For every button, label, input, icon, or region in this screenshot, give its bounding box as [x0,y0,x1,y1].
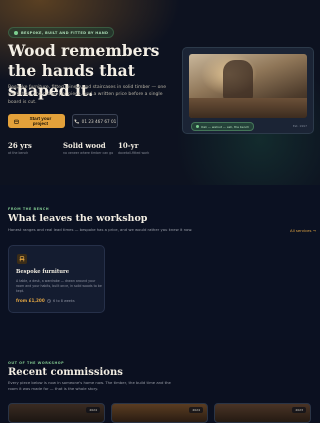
workshop-photo-card: Oak — walnut — ash, the bench Est. 1997 [182,47,314,134]
service-lead-time-label: 6 to 8 weeks [53,299,75,303]
services-title: What leaves the workshop [8,213,148,224]
phone-button[interactable]: 01 23 467 67 01 [72,114,118,128]
service-price: from £1,200 [16,298,45,303]
stat-label: dovetail-fitted work [118,151,150,155]
arrow-right-icon: → [312,228,316,233]
commission-thumb[interactable]: 2024 [111,403,208,423]
all-services-link[interactable]: All services → [290,228,316,233]
start-project-label: Start your project [29,116,52,126]
commission-year: 2024 [189,407,203,413]
stat-label: at the bench [8,151,29,155]
stat-value: 26 yrs [8,141,32,150]
clock-icon [47,299,51,303]
services-subtitle: Honest ranges and real lead times — besp… [8,227,193,232]
stat-guarantee: 10-yr dovetail-fitted work [118,141,149,155]
start-project-button[interactable]: Start your project [8,114,65,128]
stat-value: Solid wood [63,141,106,150]
service-description: A table, a desk, a wardrobe — drawn arou… [16,279,102,293]
services-section: FROM THE BENCH What leaves the workshop … [0,185,320,340]
commissions-section: OUT OF THE WORKSHOP Recent commissions E… [0,340,320,423]
hero-badge: BESPOKE, BUILT AND FITTED BY HAND [8,27,115,38]
location-pin-icon [196,125,199,128]
photo-tag: Oak — walnut — ash, the bench [191,122,255,131]
commissions-title: Recent commissions [8,367,123,378]
service-title: Bespoke furniture [16,269,70,275]
hero-badge-label: BESPOKE, BUILT AND FITTED BY HAND [21,30,109,35]
stat-label: no veneer where timber can go [63,151,114,155]
services-eyebrow: FROM THE BENCH [8,207,50,211]
hero-section: BESPOKE, BUILT AND FITTED BY HAND Wood r… [0,0,320,185]
commission-year: 2024 [86,407,100,413]
workshop-photo [189,54,307,118]
commission-thumb[interactable]: 2023 [214,403,311,423]
photo-card-meta: Est. 1997 [292,124,307,128]
chair-icon [17,254,27,264]
service-card-furniture[interactable]: Bespoke furniture A table, a desk, a war… [8,245,105,313]
service-lead-time: 6 to 8 weeks [47,299,75,303]
commission-year: 2023 [292,407,306,413]
hero-description: Bespoke furniture, fitted joinery and st… [8,85,167,105]
photo-tag-label: Oak — walnut — ash, the bench [201,124,250,129]
commissions-eyebrow: OUT OF THE WORKSHOP [8,361,65,365]
phone-label: 01 23 467 67 01 [81,118,117,124]
commissions-subtitle: Every piece below is now in someone's ho… [8,380,171,391]
calendar-icon [14,119,19,124]
stat-material: Solid wood no veneer where timber can go [63,141,113,155]
all-services-label: All services [290,228,312,233]
status-dot-icon [14,30,18,35]
stat-value: 10-yr [118,141,139,150]
phone-icon [74,119,79,124]
stat-years: 26 yrs at the bench [8,141,32,155]
commission-thumb[interactable]: 2024 [8,403,105,423]
